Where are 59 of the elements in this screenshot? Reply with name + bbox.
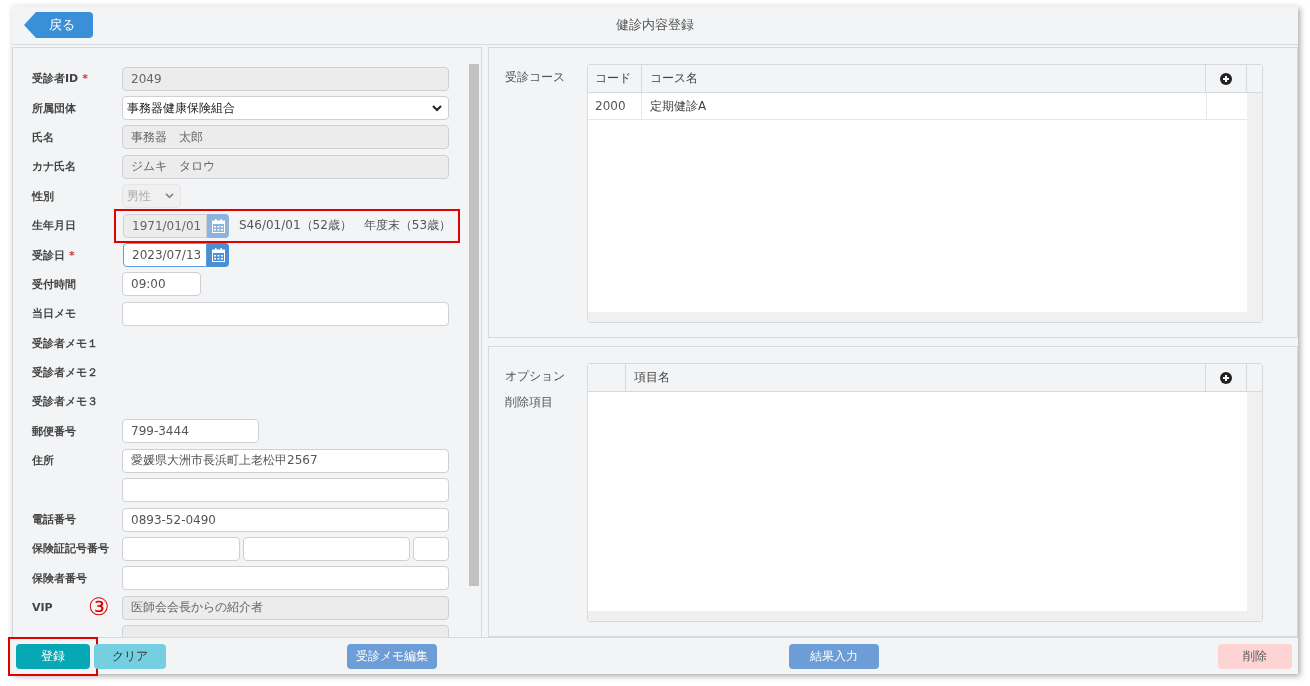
window-title: 健診内容登録 <box>616 16 694 34</box>
readonly-field: ジムキ タロウ <box>122 154 449 179</box>
required-mark: * <box>82 72 88 86</box>
chevron-icon <box>165 193 174 200</box>
field-label: 保険者番号 <box>32 570 87 586</box>
horizontal-scrollbar[interactable] <box>588 312 1247 322</box>
field-label: 受診者メモ２ <box>32 365 98 381</box>
input-field[interactable] <box>122 566 449 591</box>
field-label: 所属団体 <box>32 100 76 116</box>
input-field[interactable] <box>122 478 449 503</box>
field-label: 受診者ID <box>32 71 79 87</box>
field-label: カナ氏名 <box>32 159 76 175</box>
readonly-field: 2049 <box>122 66 449 91</box>
section-label: 受診コース <box>505 69 566 86</box>
input-field[interactable]: 0893-52-0490 <box>122 507 449 532</box>
scrollbar[interactable] <box>1247 392 1262 621</box>
field-label: 性別 <box>32 188 54 204</box>
field-label: 受診者メモ１ <box>32 335 98 351</box>
section-label: 削除項目 <box>505 394 554 411</box>
input-field[interactable]: 09:00 <box>122 272 201 297</box>
input-field[interactable]: 799-3444 <box>122 419 259 444</box>
field-label: 氏名 <box>32 129 54 145</box>
chevron-icon <box>432 104 442 112</box>
field-label: 受診者メモ３ <box>32 394 98 410</box>
add-icon[interactable] <box>1220 371 1232 384</box>
table-cell-text: 定期健診A <box>649 97 708 115</box>
section-label: オプション <box>505 368 566 385</box>
field-label: 受診日 <box>32 247 65 263</box>
field-label: 電話番号 <box>32 512 76 528</box>
column-header: コース名 <box>649 70 699 87</box>
input-field[interactable] <box>122 301 449 326</box>
date-field[interactable]: 2023/07/13 <box>123 243 207 268</box>
table-cell: 2000 <box>588 93 642 119</box>
input-field[interactable]: 愛媛県大洲市長浜町上老松甲2567 <box>122 448 449 473</box>
column-header: 項目名 <box>633 369 671 386</box>
input-field[interactable] <box>413 536 449 561</box>
horizontal-scrollbar[interactable] <box>588 611 1247 621</box>
field-label: 受付時間 <box>32 276 76 292</box>
age-note: 年度末（53歳） <box>363 217 452 235</box>
callout-number: ③ <box>88 593 110 622</box>
calendar-icon[interactable] <box>207 243 229 268</box>
age-note: S46/01/01（52歳） <box>239 217 352 235</box>
column-header: コード <box>588 65 642 92</box>
add-icon[interactable] <box>1220 72 1232 85</box>
select-field[interactable]: 事務器健康保険組合 <box>122 96 449 121</box>
scrollbar[interactable] <box>1247 93 1262 322</box>
footer-button[interactable]: 削除 <box>1218 643 1292 669</box>
field-label: 住所 <box>32 453 54 469</box>
field-label: VIP <box>32 601 53 615</box>
footer-button[interactable]: クリア <box>94 643 166 669</box>
field-label: 当日メモ <box>32 306 76 322</box>
field-label: 生年月日 <box>32 218 76 234</box>
field-label: 保険証記号番号 <box>32 541 109 557</box>
required-mark: * <box>69 248 75 262</box>
input-field[interactable] <box>122 536 240 561</box>
readonly-field: 医師会会長からの紹介者 <box>122 595 449 620</box>
readonly-field: 事務器 太郎 <box>122 125 449 150</box>
field-label: 郵便番号 <box>32 423 76 439</box>
input-field[interactable] <box>243 536 410 561</box>
